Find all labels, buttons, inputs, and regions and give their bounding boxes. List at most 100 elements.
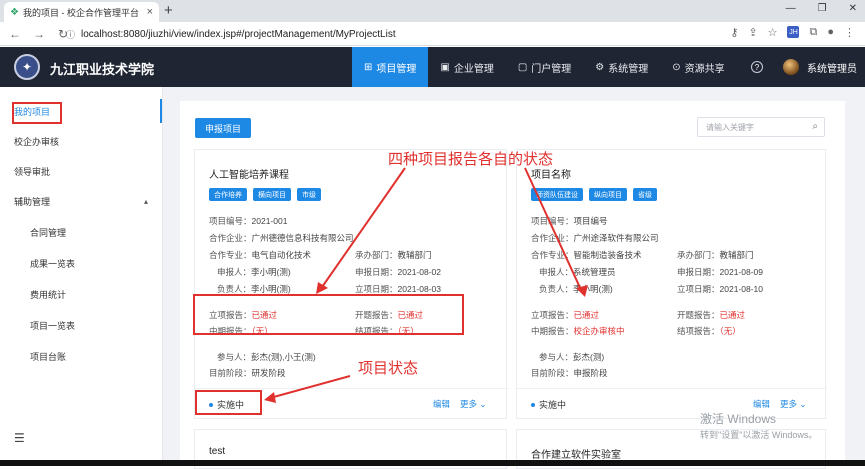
project-status: 实施中 [531,398,566,411]
address-bar-row: ← → ↻ ⓘ localhost:8080/jiuzhi/view/index… [0,22,865,46]
report-initiation-row: 立项报告：已通过 [531,309,599,321]
sidebar-item-aux-management[interactable]: 辅助管理 [14,190,50,212]
menu-system-management[interactable]: ⚙ 系统管理 [583,47,660,87]
major-row: 合作专业：电气自动化技术 [209,249,311,261]
sidebar-item-project-ledger[interactable]: 项目台账 [30,345,66,367]
field-value: 研发阶段 [251,368,286,378]
sidebar-item-leader-approval[interactable]: 领导审批 [14,160,50,182]
forward-icon[interactable]: → [32,27,46,41]
tab-close-icon[interactable]: × [147,6,153,18]
search-placeholder: 请输入关键字 [706,122,754,132]
tag-cooperation-type: 合作培养 [209,188,247,201]
back-icon[interactable]: ← [8,27,22,41]
dept-row: 承办部门：教辅部门 [355,249,432,261]
menu-resource-sharing[interactable]: ⊙ 资源共享 [660,47,736,87]
search-input[interactable]: 请输入关键字 ⌕ [697,117,825,137]
applicant-row: 申报人：李小明(测) [217,266,291,278]
field-value: 教辅部门 [719,250,754,260]
field-value: 李小明(测) [251,267,291,277]
project-title[interactable]: test [209,446,225,457]
annotation-box-status [195,390,262,415]
sidebar-item-contracts[interactable]: 合同管理 [30,221,66,243]
new-tab-button[interactable]: + [164,2,173,20]
apply-date-row: 申报日期：2021-08-09 [677,266,763,278]
tag-level: 省级 [633,188,657,201]
project-title[interactable]: 人工智能培养课程 [209,166,289,181]
more-dropdown[interactable]: 更多 ⌄ [780,398,806,410]
apply-date-row: 申报日期：2021-08-02 [355,266,441,278]
annotation-box-reports [193,294,464,335]
status-dot-icon [531,402,535,407]
project-card: 人工智能培养课程 合作培养 横向项目 市级 项目编号：2021-001 合作企业… [194,149,508,419]
tab-title: 我的项目 - 校企合作管理平台 [22,7,139,18]
report-midterm-row: 中期报告：校企办审核中 [531,325,625,337]
members-row: 参与人：彭杰(测),小王(测) [217,351,316,363]
share-circle-icon: ⊙ [672,61,681,73]
report-status: 校企办审核中 [573,326,625,336]
stage-row: 目前阶段：研发阶段 [209,367,286,379]
field-label: 申报人： [539,267,574,277]
sidebar-item-achievements[interactable]: 成果一览表 [30,252,75,274]
project-title[interactable]: 合作建立软件实验室 [531,446,621,461]
field-value: 李小明(测) [251,284,291,294]
minimize-icon[interactable]: — [786,3,796,14]
windows-watermark: 激活 Windows [700,412,777,426]
members-row: 参与人：彭杰(测) [539,351,604,363]
avatar[interactable] [783,59,799,75]
more-dropdown[interactable]: 更多 ⌄ [460,398,486,410]
user-name[interactable]: 系统管理员 [807,60,857,75]
browser-menu-icon[interactable]: ⋮ [844,26,855,39]
browser-tab[interactable]: ❖ 我的项目 - 校企合作管理平台 × [4,2,159,22]
card-divider [195,388,508,389]
tag-cooperation-type: 师资队伍建设 [531,188,583,201]
site-info-icon[interactable]: ⓘ [66,28,75,41]
sidebar: 我的项目 校企办审核 领导审批 辅助管理 ▴ 合同管理 成果一览表 费用统计 项… [0,87,163,466]
field-label: 申报日期： [355,267,398,277]
edit-button[interactable]: 编辑 [753,398,770,410]
major-row: 合作专业：智能制造装备技术 [531,249,642,261]
edit-button[interactable]: 编辑 [433,398,450,410]
menu-label: 系统管理 [608,63,649,75]
windows-watermark-sub: 转到"设置"以激活 Windows。 [700,430,818,440]
site-favicon-icon: ❖ [10,6,19,18]
leader-row: 负责人：李小明(测) [539,283,613,295]
gear-icon: ⚙ [595,61,605,73]
sidebar-item-project-list[interactable]: 项目一览表 [30,314,75,336]
field-label: 申报日期： [677,267,720,277]
field-label: 项目编号： [209,216,252,226]
field-label: 结项报告： [677,326,720,336]
field-label: 项目编号： [531,216,574,226]
search-icon[interactable]: ⌕ [812,121,818,132]
report-status: 已通过 [573,310,600,320]
restore-icon[interactable]: ❐ [818,3,827,14]
project-code-row: 项目编号：项目编号 [531,215,608,227]
chevron-up-icon[interactable]: ▴ [144,197,148,206]
menu-project-management[interactable]: ⊞ 项目管理 [352,47,429,87]
tag-project-type: 纵向项目 [589,188,627,201]
extensions-puzzle-icon[interactable]: ⧉ [809,26,817,39]
url-field[interactable]: ⓘ localhost:8080/jiuzhi/view/index.jsp#/… [66,25,706,43]
profile-icon[interactable]: ● [827,26,834,39]
field-value: 2021-08-02 [397,267,441,277]
enterprise-icon: ▣ [440,61,450,73]
key-icon[interactable]: ⚷ [730,26,738,39]
collapse-menu-icon[interactable]: ☰ [14,431,25,445]
help-icon[interactable]: ? [751,61,763,73]
project-tags: 合作培养 横向项目 市级 [209,188,321,201]
report-status: （无） [719,326,741,336]
sidebar-item-school-review[interactable]: 校企办审核 [14,130,59,152]
field-label: 立项报告： [531,310,574,320]
field-label: 合作专业： [209,250,252,260]
apply-project-button[interactable]: 申报项目 [195,118,251,138]
extension-icon[interactable]: JH [787,26,800,38]
menu-enterprise-management[interactable]: ▣ 企业管理 [428,47,505,87]
close-window-icon[interactable]: ✕ [849,3,857,14]
top-menu: ⊞ 项目管理 ▣ 企业管理 ▢ 门户管理 ⚙ 系统管理 ⊙ 资源共享 [352,47,737,87]
share-icon[interactable]: ⇪ [748,26,757,39]
tag-level: 市级 [297,188,321,201]
menu-label: 资源共享 [684,63,725,75]
menu-portal-management[interactable]: ▢ 门户管理 [506,47,583,87]
report-opening-row: 开题报告：已通过 [677,309,745,321]
sidebar-item-expenses[interactable]: 费用统计 [30,283,66,305]
bookmark-star-icon[interactable]: ☆ [768,26,778,39]
